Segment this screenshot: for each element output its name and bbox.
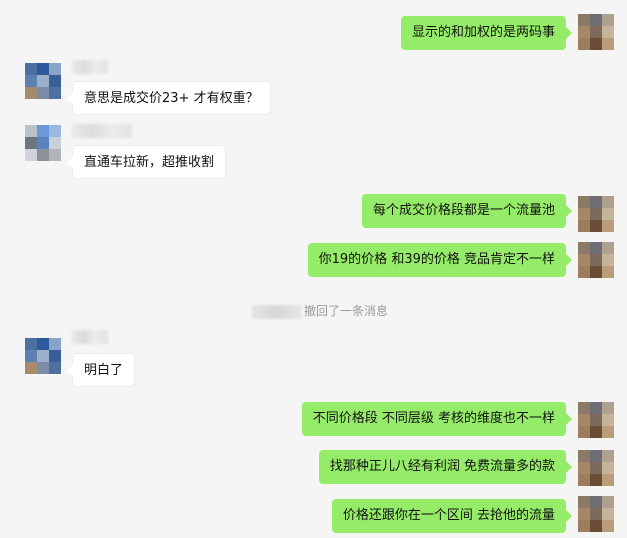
outgoing-message-bubble[interactable]: 每个成交价格段都是一个流量池 <box>361 194 573 228</box>
outgoing-message-bubble[interactable]: 你19的价格 和39的价格 竞品肯定不一样 <box>307 243 573 277</box>
outgoing-message-bubble[interactable]: 显示的和加权的是两码事 <box>400 16 573 50</box>
self-avatar[interactable] <box>578 196 614 232</box>
contact-avatar[interactable] <box>25 338 61 374</box>
incoming-message-bubble[interactable]: 直通车拉新，超推收割 <box>66 145 227 179</box>
outgoing-message-bubble[interactable]: 不同价格段 不同层级 考核的维度也不一样 <box>301 402 573 436</box>
outgoing-message-bubble[interactable]: 找那种正儿八经有利润 免费流量多的款 <box>318 450 573 484</box>
self-avatar[interactable] <box>578 242 614 278</box>
recaller-name-blurred <box>252 304 302 319</box>
outgoing-message-bubble[interactable]: 价格还跟你在一个区间 去抢他的流量 <box>331 499 573 533</box>
incoming-message-bubble[interactable]: 明白了 <box>66 353 136 387</box>
self-avatar[interactable] <box>578 496 614 532</box>
sender-name-blurred <box>72 330 108 344</box>
recall-notice-text: 撤回了一条消息 <box>304 304 389 318</box>
contact-avatar[interactable] <box>25 63 61 99</box>
incoming-message-bubble[interactable]: 意思是成交价23+ 才有权重？ <box>67 81 271 115</box>
recall-notice: 撤回了一条消息 <box>252 302 388 320</box>
contact-avatar[interactable] <box>25 125 61 161</box>
self-avatar[interactable] <box>578 450 614 486</box>
sender-name-blurred <box>72 124 132 138</box>
self-avatar[interactable] <box>578 402 614 438</box>
self-avatar[interactable] <box>578 14 614 50</box>
sender-name-blurred <box>72 60 108 74</box>
